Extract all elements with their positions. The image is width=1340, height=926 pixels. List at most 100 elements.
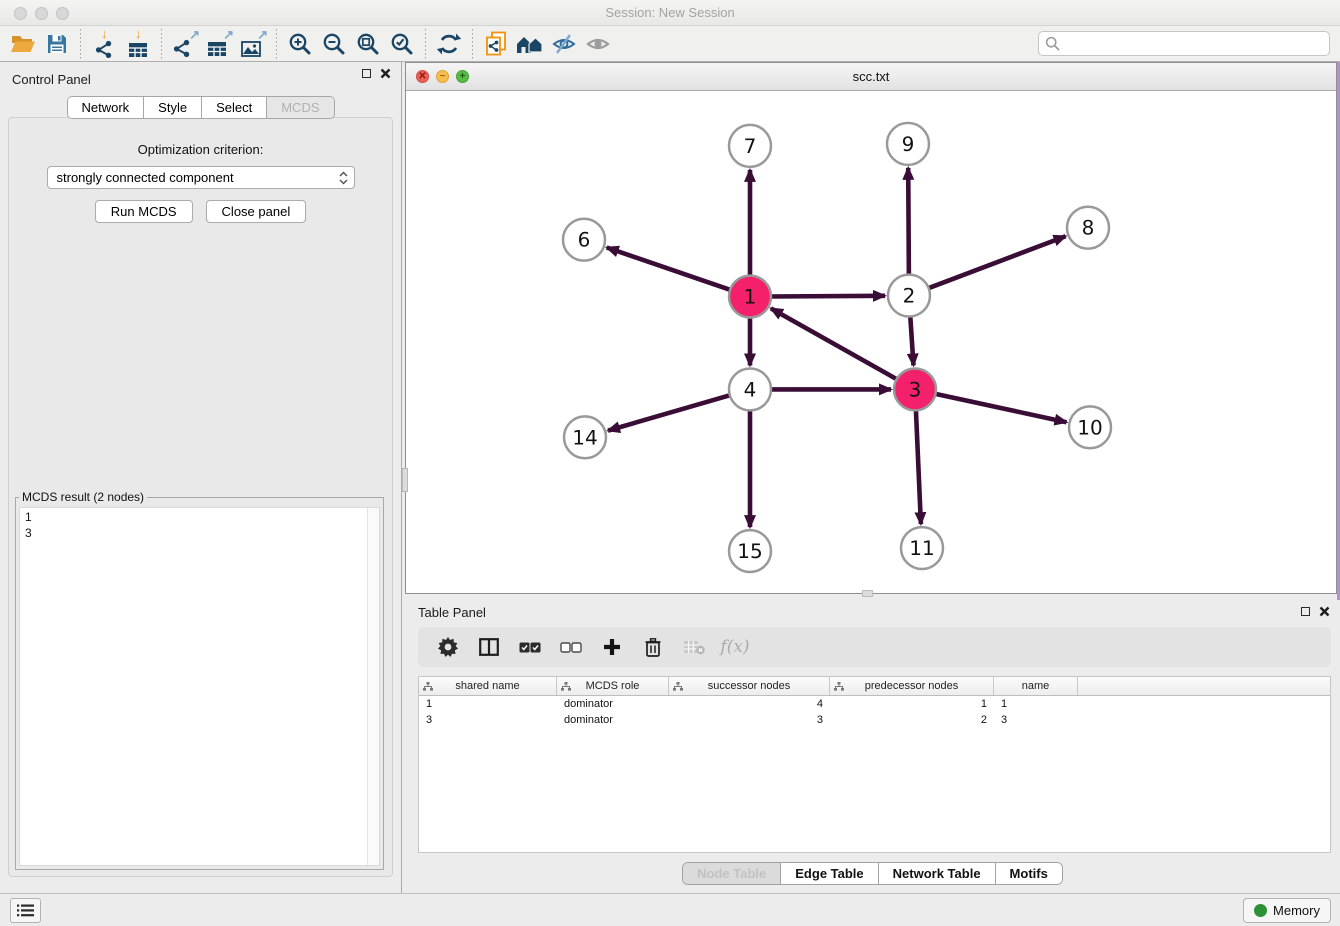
table-settings-button[interactable] [435,634,461,660]
edge-4-14[interactable] [608,394,733,430]
cell-predecessor-nodes: 2 [830,714,994,726]
node-4[interactable]: 4 [729,368,771,410]
add-column-button[interactable] [599,634,625,660]
edge-1-2[interactable] [768,296,885,297]
plus-icon [603,638,621,656]
node-3[interactable]: 3 [894,368,936,410]
select-stepper-icon [339,171,348,185]
image-icon [241,41,261,57]
delete-table-button[interactable] [681,634,707,660]
edge-3-11[interactable] [916,407,921,524]
edge-3-1[interactable] [771,308,899,380]
criterion-value: strongly connected component [57,170,234,185]
column-header-shared-name[interactable]: shared name [419,677,557,695]
node-10[interactable]: 10 [1069,406,1111,448]
cell-mcds-role: dominator [557,714,669,726]
float-panel-icon[interactable] [362,69,371,78]
node-15[interactable]: 15 [729,530,771,572]
node-8[interactable]: 8 [1067,207,1109,249]
tab-motifs[interactable]: Motifs [996,863,1062,884]
import-arrow-icon: ↓ [135,27,142,40]
zoom-selected-icon [390,32,414,56]
list-icon [17,904,34,917]
svg-text:15: 15 [737,539,762,563]
search-icon [1045,36,1060,51]
save-session-button[interactable] [40,28,74,60]
mcds-result-title: MCDS result (2 nodes) [19,490,147,504]
export-image-button[interactable]: ↗ [236,28,270,60]
zoom-in-button[interactable] [283,28,317,60]
float-panel-icon[interactable] [1301,607,1310,616]
export-table-button[interactable]: ↗ [202,28,236,60]
node-2[interactable]: 2 [888,275,930,317]
main-toolbar: ↓ ↓ ↗ ↗ [0,26,1340,62]
svg-text:9: 9 [902,132,915,156]
vertical-splitter-handle[interactable] [402,468,408,492]
tab-network[interactable]: Network [67,97,144,118]
column-header-predecessor-nodes[interactable]: predecessor nodes [830,677,994,695]
table-row[interactable]: 3dominator323 [419,712,1330,728]
column-header-mcds-role[interactable]: MCDS role [557,677,669,695]
tab-style[interactable]: Style [144,97,202,118]
node-11[interactable]: 11 [901,527,943,569]
import-network-button[interactable]: ↓ [87,28,121,60]
node-9[interactable]: 9 [887,123,929,165]
close-panel-icon[interactable] [1319,606,1330,617]
deselect-all-button[interactable] [558,634,584,660]
function-builder-button[interactable]: f(x) [722,634,748,660]
home-button[interactable] [513,28,547,60]
tab-select[interactable]: Select [202,97,267,118]
zoom-fit-button[interactable] [351,28,385,60]
node-7[interactable]: 7 [729,125,771,167]
cell-mcds-role: dominator [557,698,669,710]
node-14[interactable]: 14 [564,416,606,458]
column-view-button[interactable] [476,634,502,660]
run-mcds-button[interactable]: Run MCDS [95,200,193,223]
delete-column-button[interactable] [640,634,666,660]
edge-3-10[interactable] [933,393,1067,422]
cell-name: 1 [994,698,1078,710]
svg-text:6: 6 [578,228,591,252]
close-panel-icon[interactable] [380,68,391,79]
memory-button[interactable]: Memory [1243,898,1331,923]
cell-predecessor-nodes: 1 [830,698,994,710]
clone-network-button[interactable] [479,28,513,60]
show-all-button[interactable] [581,28,615,60]
mcds-result-area[interactable]: 1 3 [19,507,380,866]
hide-selected-button[interactable] [547,28,581,60]
column-header-successor-nodes[interactable]: successor nodes [669,677,830,695]
edge-2-8[interactable] [926,236,1066,289]
node-6[interactable]: 6 [563,219,605,261]
table-row[interactable]: 1dominator411 [419,696,1330,712]
clone-network-icon [484,31,508,57]
tab-node-table[interactable]: Node Table [683,863,781,884]
tab-network-table[interactable]: Network Table [879,863,996,884]
table-icon [128,42,148,58]
task-history-button[interactable] [10,898,41,923]
zoom-selected-button[interactable] [385,28,419,60]
edge-2-3[interactable] [910,314,913,366]
horizontal-splitter-handle[interactable] [862,590,873,597]
table-icon [207,41,227,57]
node-1[interactable]: 1 [729,276,771,318]
table-panel-title: Table Panel [418,605,486,620]
import-table-button[interactable]: ↓ [121,28,155,60]
edge-2-9[interactable] [908,168,909,278]
close-panel-button[interactable]: Close panel [206,200,307,223]
open-file-button[interactable] [6,28,40,60]
network-canvas[interactable]: 7 9 6 8 1 2 4 3 14 10 15 11 [406,91,1336,593]
apply-layout-button[interactable] [432,28,466,60]
search-input[interactable] [1060,32,1329,55]
zoom-out-button[interactable] [317,28,351,60]
svg-text:4: 4 [744,377,757,401]
criterion-select[interactable]: strongly connected component [47,166,355,189]
control-panel-tabs: NetworkStyleSelectMCDS [66,96,334,119]
column-header-name[interactable]: name [994,677,1078,695]
tab-mcds[interactable]: MCDS [267,97,333,118]
export-network-button[interactable]: ↗ [168,28,202,60]
select-all-button[interactable] [517,634,543,660]
edge-1-6[interactable] [607,247,733,290]
tab-edge-table[interactable]: Edge Table [781,863,878,884]
network-window-titlebar[interactable]: ✕ − + scc.txt [406,63,1336,91]
result-scrollbar[interactable] [367,508,379,865]
